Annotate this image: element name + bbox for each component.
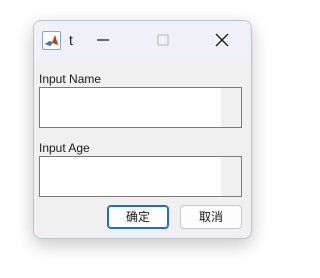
name-input[interactable] [39, 87, 242, 128]
input-dialog-window: t Input Name Input Age 确定 取消 [33, 20, 252, 239]
cancel-button[interactable]: 取消 [180, 205, 242, 229]
close-button[interactable] [207, 26, 237, 54]
name-input-scroll-area[interactable] [221, 88, 241, 127]
matlab-icon [42, 31, 61, 50]
age-input[interactable] [39, 156, 242, 197]
maximize-icon [157, 34, 169, 46]
minimize-button[interactable] [88, 26, 118, 54]
window-title: t [69, 32, 73, 48]
maximize-button[interactable] [148, 26, 178, 54]
name-label: Input Name [39, 72, 102, 86]
age-label: Input Age [39, 141, 90, 155]
ok-button[interactable]: 确定 [107, 205, 169, 229]
close-icon [215, 33, 229, 47]
age-input-scroll-area[interactable] [221, 157, 241, 196]
title-bar[interactable]: t [34, 21, 251, 60]
minimize-icon [97, 39, 109, 41]
